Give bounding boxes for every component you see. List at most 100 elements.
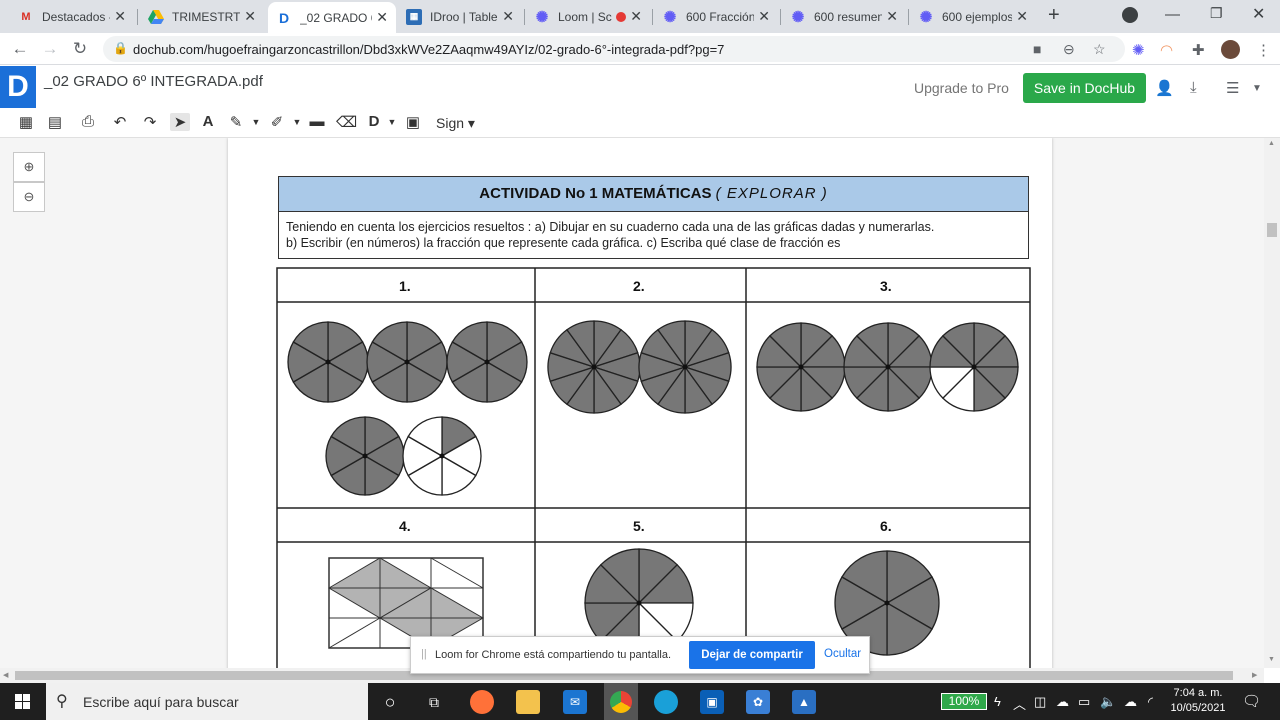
more-menu-icon[interactable]: ⋮ [1256, 41, 1271, 59]
zoom-icon[interactable]: ⊖ [1063, 41, 1075, 58]
wifi-icon[interactable]: ◜ [1148, 694, 1153, 710]
undo-icon[interactable]: ↶ [110, 113, 130, 131]
close-window-icon[interactable]: ✕ [1252, 4, 1265, 24]
notifications-icon[interactable]: 🗨 [1242, 692, 1261, 710]
close-icon[interactable]: ✕ [114, 8, 126, 25]
taskbar-search[interactable]: ⚲ Escribe aquí para buscar [46, 683, 368, 720]
hide-button[interactable]: Ocultar [824, 648, 861, 660]
eraser-icon[interactable]: ⌫ [336, 113, 357, 131]
download-icon[interactable]: ⤓ [1190, 79, 1197, 96]
photos-icon[interactable]: ▲ [792, 690, 816, 714]
tab-idroo[interactable]: ▦ IDroo | Tabler ✕ [398, 3, 522, 30]
dochub-logo-icon[interactable]: D [0, 66, 36, 108]
exercise-4-label: 4. [399, 518, 411, 534]
extensions-puzzle-icon[interactable]: ✚ [1192, 41, 1205, 59]
meet-icon[interactable]: ◫ [1034, 694, 1046, 710]
tab-loom-fraccion[interactable]: ✺ 600 Fracción ✕ [654, 3, 778, 30]
chrome-active-app[interactable] [604, 683, 638, 720]
document-title[interactable]: _02 GRADO 6º INTEGRADA.pdf [44, 73, 263, 90]
highlighter-icon[interactable]: ✐ [267, 113, 287, 131]
network-icon[interactable]: ▭ [1078, 694, 1090, 710]
mail-icon[interactable]: ✉ [563, 690, 587, 714]
close-icon[interactable]: ✕ [886, 8, 898, 25]
loom-extension-icon[interactable]: ✺ [1132, 41, 1145, 59]
drag-handle-icon[interactable]: || [421, 648, 427, 660]
url-text[interactable]: dochub.com/hugoefraingarzoncastrillon/Db… [133, 42, 724, 57]
vertical-scroll-thumb[interactable] [1267, 223, 1277, 237]
chevron-down-icon[interactable]: ▼ [382, 117, 402, 127]
tab-search-icon[interactable] [1122, 7, 1138, 23]
print-icon[interactable]: ⎙ [78, 113, 98, 130]
onedrive-icon[interactable]: ☁ [1056, 694, 1069, 710]
tab-loom-ejemplos[interactable]: ✺ 600 ejemplos ✕ [910, 3, 1036, 30]
stop-sharing-button[interactable]: Dejar de compartir [689, 641, 815, 669]
battery-indicator[interactable]: 100% [941, 693, 987, 710]
redo-icon[interactable]: ↷ [140, 113, 160, 131]
tab-loom[interactable]: ✺ Loom | Sc ✕ [526, 3, 650, 30]
start-button[interactable] [0, 683, 46, 720]
tab-gmail[interactable]: M Destacados - ✕ [10, 3, 134, 30]
comment-icon[interactable]: ▬ [307, 113, 327, 130]
new-tab-button[interactable]: + [1048, 4, 1060, 27]
cortana-icon[interactable]: ○ [378, 690, 402, 714]
tab-drive[interactable]: TRIMESTRTE I ✕ [140, 3, 264, 30]
close-icon[interactable]: ✕ [376, 9, 388, 26]
file-explorer-icon[interactable] [516, 690, 540, 714]
pen-icon[interactable]: ✎ [226, 113, 246, 131]
tab-loom-resumen[interactable]: ✺ 600 resumen ✕ [782, 3, 906, 30]
pie-center [362, 453, 368, 459]
address-bar[interactable]: 🔒 dochub.com/hugoefraingarzoncastrillon/… [103, 36, 1125, 62]
stamp-icon[interactable]: D [364, 113, 384, 130]
close-icon[interactable]: ✕ [630, 8, 642, 25]
taskbar-clock[interactable]: 7:04 a. m. 10/05/2021 [1168, 686, 1228, 716]
bookmark-star-icon[interactable]: ☆ [1093, 41, 1106, 58]
show-hidden-icons[interactable]: ︿ [1013, 694, 1026, 713]
app-icon[interactable]: ✿ [746, 690, 770, 714]
chevron-down-icon[interactable]: ▼ [1252, 83, 1262, 94]
chevron-down-icon[interactable]: ▼ [287, 117, 307, 127]
scroll-left-icon[interactable]: ◀ [3, 671, 8, 679]
extension-icon[interactable]: ◠ [1160, 41, 1173, 59]
scroll-up-icon[interactable]: ▲ [1268, 140, 1275, 147]
reload-icon[interactable]: ↻ [70, 39, 90, 59]
add-user-icon[interactable]: 👤 [1155, 79, 1174, 97]
edge-icon[interactable] [654, 690, 678, 714]
select-pointer-icon[interactable]: ➤ [170, 113, 190, 131]
firefox-icon[interactable] [470, 690, 494, 714]
close-icon[interactable]: ✕ [1016, 8, 1028, 25]
profile-avatar[interactable] [1221, 40, 1240, 59]
grid-icon[interactable]: ▦ [16, 113, 36, 131]
zoom-in-button[interactable]: ⊕ [13, 152, 45, 182]
camera-icon[interactable]: ■ [1033, 41, 1041, 57]
close-icon[interactable]: ✕ [244, 8, 256, 25]
tab-dochub[interactable]: D _02 GRADO 6 ✕ [268, 2, 396, 33]
store-icon[interactable]: ▣ [700, 690, 724, 714]
power-icon[interactable]: ϟ [994, 694, 1001, 709]
pdf-page[interactable]: ACTIVIDAD No 1 MATEMÁTICAS ( EXPLORAR ) … [228, 138, 1052, 668]
menu-icon[interactable]: ☰ [1226, 79, 1239, 97]
chevron-down-icon[interactable]: ▼ [246, 117, 266, 127]
scroll-down-icon[interactable]: ▼ [1268, 656, 1275, 663]
save-in-dochub-button[interactable]: Save in DocHub [1023, 73, 1146, 103]
document-workspace[interactable]: ⊕ ⊖ ACTIVIDAD No 1 MATEMÁTICAS ( EXPLORA… [0, 138, 1264, 668]
zoom-out-button[interactable]: ⊖ [13, 182, 45, 212]
text-tool-icon[interactable]: A [198, 113, 218, 130]
upgrade-link[interactable]: Upgrade to Pro [914, 80, 1009, 96]
zoom-out-icon: ⊖ [23, 189, 35, 204]
back-icon[interactable]: ← [10, 39, 30, 59]
volume-icon[interactable]: 🔈 [1100, 694, 1116, 710]
minimize-icon[interactable]: — [1165, 6, 1180, 23]
exercise-6-label: 6. [880, 518, 892, 534]
scroll-right-icon[interactable]: ▶ [1252, 671, 1257, 679]
image-icon[interactable]: ▣ [403, 113, 423, 131]
forward-icon[interactable]: → [40, 39, 60, 59]
sign-menu[interactable]: Sign ▾ [436, 115, 475, 132]
close-icon[interactable]: ✕ [758, 8, 770, 25]
exercise-4-figure [328, 557, 485, 649]
cloud-upload-icon[interactable]: ☁ [1124, 694, 1137, 710]
task-view-icon[interactable]: ⧉ [422, 690, 446, 714]
close-icon[interactable]: ✕ [502, 8, 514, 25]
pages-icon[interactable]: ▤ [45, 113, 65, 131]
restore-icon[interactable]: ❐ [1210, 5, 1223, 22]
vertical-scrollbar[interactable]: ▲ ▼ [1264, 138, 1280, 668]
